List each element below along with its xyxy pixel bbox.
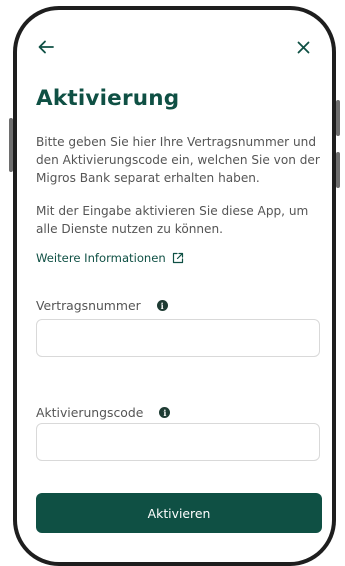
page-title: Aktivierung — [36, 86, 180, 111]
contract-number-label-text: Vertragsnummer — [36, 298, 141, 313]
back-button[interactable] — [31, 32, 61, 62]
activation-code-input[interactable] — [36, 423, 320, 461]
info-icon[interactable]: i — [156, 300, 168, 311]
close-icon — [297, 41, 309, 53]
external-link-icon — [172, 252, 183, 264]
activate-button[interactable]: Aktivieren — [36, 493, 322, 533]
phone-volume-down-button — [336, 152, 340, 188]
arrow-left-icon — [38, 40, 54, 54]
contract-number-input[interactable] — [36, 319, 320, 357]
close-button[interactable] — [288, 32, 318, 62]
top-nav — [17, 32, 332, 62]
phone-frame: Aktivierung Bitte geben Sie hier Ihre Ve… — [13, 6, 336, 566]
phone-volume-up-button — [336, 100, 340, 136]
intro-text: Bitte geben Sie hier Ihre Vertragsnummer… — [36, 135, 320, 185]
activation-code-label-text: Aktivierungscode — [36, 405, 144, 420]
info-icon[interactable]: i — [159, 407, 171, 418]
more-info-link[interactable]: Weitere Informationen — [36, 251, 184, 265]
activation-hint-text: Mit der Eingabe aktivieren Sie diese App… — [36, 204, 309, 236]
app-screen: Aktivierung Bitte geben Sie hier Ihre Ve… — [17, 10, 332, 562]
contract-number-label: Vertragsnummer i — [36, 298, 168, 313]
more-info-link-label: Weitere Informationen — [36, 251, 166, 265]
activation-code-label: Aktivierungscode i — [36, 405, 171, 420]
